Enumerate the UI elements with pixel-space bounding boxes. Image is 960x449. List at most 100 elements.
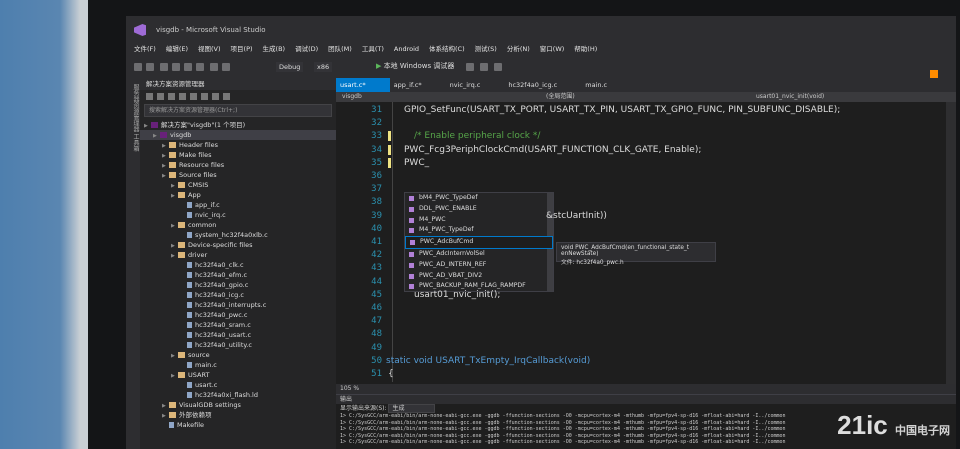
attach-icon[interactable] (466, 63, 474, 71)
back-icon[interactable] (146, 93, 153, 100)
autocomplete-item[interactable]: PWC_AdcInternVolSel (405, 249, 553, 260)
notification-flag-icon[interactable] (930, 70, 938, 78)
autocomplete-item[interactable]: PWC_AD_VBAT_DIV2 (405, 271, 553, 282)
tab-1[interactable]: app_if.c* (390, 78, 446, 92)
zoom-level[interactable]: 105 % (336, 384, 956, 394)
menu-item[interactable]: 分析(N) (507, 42, 530, 56)
tab-3[interactable]: hc32f4a0_icg.c (504, 78, 581, 92)
tree-item[interactable]: ▶ common (140, 220, 336, 230)
tree-item[interactable]: ▶ visgdb (140, 130, 336, 140)
tree-item[interactable]: hc32f4a0_efm.c (140, 270, 336, 280)
forward-icon[interactable] (157, 93, 164, 100)
tree-item[interactable]: ▶ Header files (140, 140, 336, 150)
watermark-logo: 21ic 中国电子网 (837, 410, 950, 441)
tree-item[interactable]: Makefile (140, 420, 336, 430)
tab-0[interactable]: usart.c* (336, 78, 390, 92)
tree-item[interactable]: app_if.c (140, 200, 336, 210)
output-source-select[interactable]: 生成 (388, 404, 436, 413)
redo-icon[interactable] (222, 63, 230, 71)
tree-item[interactable]: ▶ App (140, 190, 336, 200)
tree-item-label: hc32f4a0_usart.c (195, 331, 252, 339)
breakpoint-icon[interactable] (480, 63, 488, 71)
menu-item[interactable]: 视图(V) (198, 42, 221, 56)
tree-item[interactable]: ▶ USART (140, 370, 336, 380)
menu-item[interactable]: 测试(S) (475, 42, 497, 56)
line-number: 41 (371, 237, 382, 247)
tree-item[interactable]: ▶ Resource files (140, 160, 336, 170)
menu-item[interactable]: 调试(D) (295, 42, 318, 56)
tree-item[interactable]: ▶ CMSIS (140, 180, 336, 190)
tree-item[interactable]: ▶ Device-specific files (140, 240, 336, 250)
menu-item[interactable]: 体系结构(C) (429, 42, 465, 56)
tree-item[interactable]: hc32f4a0_usart.c (140, 330, 336, 340)
save-icon[interactable] (184, 63, 192, 71)
start-debug-button[interactable]: ▶ 本地 Windows 调试器 (376, 61, 454, 71)
tree-item[interactable]: usart.c (140, 380, 336, 390)
tab-4[interactable]: main.c (581, 78, 631, 92)
tree-item-label: Makefile (177, 421, 205, 429)
project-dropdown[interactable]: visgdb (342, 92, 362, 102)
tree-item-label: Source files (179, 171, 217, 179)
show-all-files-icon[interactable] (212, 93, 219, 100)
side-tool-strip[interactable]: 服务器资源管理器 工具箱 (126, 78, 140, 449)
tree-item[interactable]: hc32f4a0_gpio.c (140, 280, 336, 290)
tree-item[interactable]: hc32f4a0_clk.c (140, 260, 336, 270)
sync-icon[interactable] (179, 93, 186, 100)
tree-item[interactable]: ▶ driver (140, 250, 336, 260)
menu-item[interactable]: Android (394, 42, 419, 56)
line-number: 49 (371, 342, 382, 353)
menu-item[interactable]: 生成(B) (263, 42, 286, 56)
tree-item[interactable]: ▶ Source files (140, 170, 336, 180)
tree-item[interactable]: ▶ 解决方案"visgdb"(1 个项目) (140, 120, 336, 130)
explorer-search-input[interactable]: 搜索解决方案资源管理器(Ctrl+;) (144, 104, 332, 117)
editor-scrollbar[interactable] (946, 102, 956, 384)
tree-item[interactable]: hc32f4a0xi_flash.ld (140, 390, 336, 400)
tree-item[interactable]: hc32f4a0_pwc.c (140, 310, 336, 320)
platform-select[interactable]: x86 (314, 62, 333, 72)
refresh-icon[interactable] (190, 93, 197, 100)
tree-item[interactable]: hc32f4a0_utility.c (140, 340, 336, 350)
tree-item[interactable]: ▶ source (140, 350, 336, 360)
tree-item[interactable]: main.c (140, 360, 336, 370)
tree-item-label: Device-specific files (188, 241, 253, 249)
tree-item[interactable]: ▶ 外部依赖项 (140, 410, 336, 420)
tree-item-label: system_hc32f4a0xlb.c (195, 231, 268, 239)
collapse-all-icon[interactable] (201, 93, 208, 100)
function-dropdown[interactable]: usart01_nvic_init(void) (756, 92, 824, 102)
tree-item[interactable]: hc32f4a0_interrupts.c (140, 300, 336, 310)
autocomplete-item[interactable]: PWC_AdcBufCmd (405, 236, 553, 249)
tree-item[interactable]: ▶ VisualGDB settings (140, 400, 336, 410)
menu-item[interactable]: 项目(P) (231, 42, 253, 56)
scope-dropdown[interactable]: (全局范围) (546, 92, 575, 102)
watermark-brand: 21ic (837, 410, 888, 440)
code-editor[interactable]: 31 32 33 34 35 36 37 38 39 40 41 42 43 44 45 46 47 48 49 50… (336, 102, 946, 384)
menu-item[interactable]: 编辑(E) (166, 42, 188, 56)
autocomplete-item[interactable]: bM4_PWC_TypeDef (405, 193, 553, 204)
menu-item[interactable]: 窗口(W) (540, 42, 565, 56)
tree-item[interactable]: nvic_irq.c (140, 210, 336, 220)
menu-item[interactable]: 团队(M) (328, 42, 352, 56)
config-select[interactable]: Debug (276, 62, 304, 72)
back-icon[interactable] (134, 63, 142, 71)
forward-icon[interactable] (146, 63, 154, 71)
open-file-icon[interactable] (172, 63, 180, 71)
tree-item[interactable]: hc32f4a0_icg.c (140, 290, 336, 300)
menu-item[interactable]: 工具(T) (362, 42, 384, 56)
autocomplete-item[interactable]: M4_PWC (405, 215, 553, 226)
home-icon[interactable] (168, 93, 175, 100)
autocomplete-item[interactable]: DDL_PWC_ENABLE (405, 204, 553, 215)
menu-item[interactable]: 帮助(H) (574, 42, 597, 56)
tree-item[interactable]: system_hc32f4a0xlb.c (140, 230, 336, 240)
tab-2[interactable]: nvic_irq.c (446, 78, 505, 92)
new-project-icon[interactable] (160, 63, 168, 71)
tree-item[interactable]: ▶ Make files (140, 150, 336, 160)
autocomplete-item[interactable]: M4_PWC_TypeDef (405, 225, 553, 236)
properties-icon[interactable] (223, 93, 230, 100)
code-line: &stcUartInit)) (546, 210, 607, 221)
undo-icon[interactable] (210, 63, 218, 71)
tree-item[interactable]: hc32f4a0_sram.c (140, 320, 336, 330)
menu-item[interactable]: 文件(F) (134, 42, 156, 56)
bookmark-icon[interactable] (494, 63, 502, 71)
save-all-icon[interactable] (196, 63, 204, 71)
autocomplete-item[interactable]: PWC_AD_INTERN_REF (405, 260, 553, 271)
